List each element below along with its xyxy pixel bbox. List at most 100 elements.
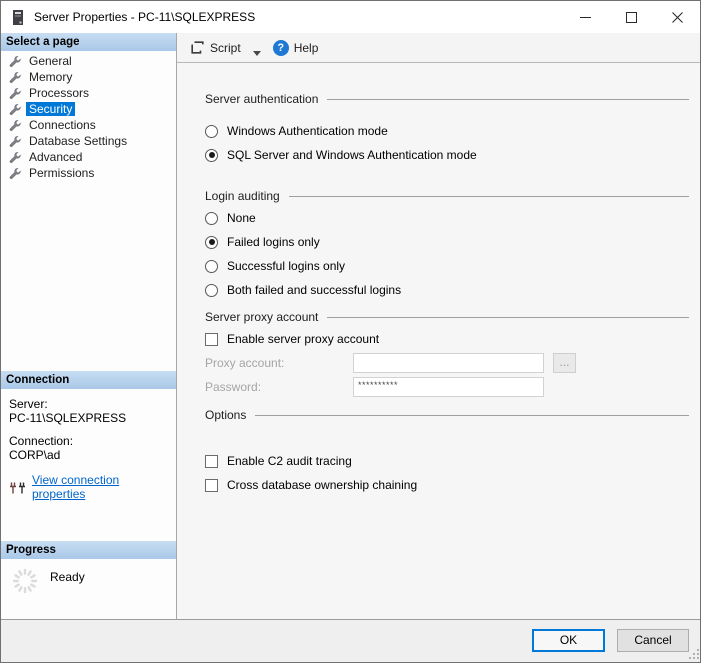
window-controls [562, 1, 700, 33]
help-button[interactable]: ? Help [261, 36, 323, 60]
checkbox-icon [205, 332, 218, 346]
login-auditing-section: Login auditing None Failed logins only S… [205, 186, 689, 302]
maximize-button[interactable] [608, 1, 654, 33]
wrench-icon [9, 119, 22, 132]
view-connection-properties-link[interactable]: View connection properties [32, 473, 168, 501]
sidebar-item-label: Processors [29, 86, 90, 100]
ok-button[interactable]: OK [532, 629, 605, 652]
sidebar-item-security[interactable]: Security [1, 101, 176, 117]
radio-both-failed-and-successful[interactable]: Both failed and successful logins [205, 278, 689, 302]
checkbox-enable-server-proxy-account[interactable]: Enable server proxy account [205, 327, 689, 351]
server-icon [12, 9, 24, 25]
section-divider [327, 99, 689, 109]
sidebar-item-general[interactable]: General [1, 53, 176, 69]
close-button[interactable] [654, 1, 700, 33]
help-label: Help [293, 40, 319, 55]
sidebar-item-label: Permissions [29, 166, 95, 180]
server-value: PC-11\SQLEXPRESS [9, 411, 127, 425]
section-title: Options [205, 408, 247, 422]
script-label: Script [210, 40, 241, 55]
radio-icon [205, 124, 218, 138]
radio-icon-selected [205, 148, 218, 162]
radio-label: None [227, 211, 256, 225]
sidebar-item-memory[interactable]: Memory [1, 69, 176, 85]
sidebar-item-permissions[interactable]: Permissions [1, 165, 176, 181]
select-a-page-panel: Select a page General Memory Processors [1, 33, 176, 181]
radio-label: Both failed and successful logins [227, 283, 402, 297]
script-button[interactable]: Script [186, 36, 245, 60]
dialog-body: Select a page General Memory Processors [1, 33, 700, 621]
wrench-icon [9, 167, 22, 180]
wrench-icon [9, 87, 22, 100]
radio-successful-logins-only[interactable]: Successful logins only [205, 254, 689, 278]
server-label: Server: [9, 397, 48, 411]
server-authentication-section: Server authentication Windows Authentica… [205, 89, 689, 167]
sidebar-item-label: Connections [29, 118, 96, 132]
section-title: Login auditing [205, 189, 280, 203]
radio-label: Failed logins only [227, 235, 320, 249]
window-title: Server Properties - PC-11\SQLEXPRESS [34, 10, 256, 24]
main-pane: Script ? Help Server authentication Wind… [177, 33, 700, 621]
title-bar: Server Properties - PC-11\SQLEXPRESS [1, 1, 700, 33]
connection-properties-icon [9, 480, 27, 495]
radio-sql-and-windows-authentication[interactable]: SQL Server and Windows Authentication mo… [205, 143, 689, 167]
wrench-icon [9, 71, 22, 84]
radio-icon [205, 283, 218, 297]
proxy-account-input [353, 353, 544, 373]
security-page-content: Server authentication Windows Authentica… [177, 62, 700, 621]
sidebar: Select a page General Memory Processors [1, 33, 177, 621]
page-list: General Memory Processors Security Conne… [1, 51, 176, 181]
password-label: Password: [205, 380, 262, 394]
wrench-icon [9, 135, 22, 148]
section-divider [327, 317, 689, 327]
wrench-icon [9, 103, 22, 116]
sidebar-item-label: Security [26, 102, 76, 116]
sidebar-item-label: Memory [29, 70, 73, 84]
resize-grip[interactable] [689, 649, 700, 660]
script-dropdown-arrow[interactable] [252, 45, 261, 56]
radio-label: SQL Server and Windows Authentication mo… [227, 148, 477, 162]
toolbar: Script ? Help [177, 33, 700, 62]
radio-icon [205, 211, 218, 225]
connection-value: CORP\ad [9, 448, 61, 462]
sidebar-item-connections[interactable]: Connections [1, 117, 176, 133]
checkbox-label: Enable C2 audit tracing [227, 454, 352, 468]
section-divider [288, 196, 689, 206]
connection-details: Server: PC-11\SQLEXPRESS Connection: COR… [1, 389, 176, 501]
sidebar-item-database-settings[interactable]: Database Settings [1, 133, 176, 149]
connection-header: Connection [1, 371, 176, 389]
progress-panel: Progress Ready [1, 541, 176, 595]
sidebar-item-label: General [29, 54, 72, 68]
select-a-page-header: Select a page [1, 33, 176, 51]
progress-status: Ready [50, 570, 85, 584]
wrench-icon [9, 55, 22, 68]
checkbox-icon [205, 454, 218, 468]
connection-panel: Connection Server: PC-11\SQLEXPRESS Conn… [1, 371, 176, 501]
dialog-footer: OK Cancel [1, 619, 700, 662]
options-section: Options Enable C2 audit tracing Cross da… [205, 405, 689, 497]
radio-none[interactable]: None [205, 206, 689, 230]
radio-icon [205, 259, 218, 273]
radio-label: Windows Authentication mode [227, 124, 388, 138]
radio-failed-logins-only[interactable]: Failed logins only [205, 230, 689, 254]
radio-label: Successful logins only [227, 259, 346, 273]
browse-button: ... [553, 353, 576, 373]
radio-windows-authentication[interactable]: Windows Authentication mode [205, 119, 689, 143]
sidebar-item-processors[interactable]: Processors [1, 85, 176, 101]
spinner-icon [11, 567, 39, 595]
minimize-button[interactable] [562, 1, 608, 33]
section-title: Server authentication [205, 92, 319, 106]
cancel-button[interactable]: Cancel [617, 629, 689, 652]
sidebar-item-label: Advanced [29, 150, 83, 164]
section-title: Server proxy account [205, 310, 319, 324]
checkbox-label: Cross database ownership chaining [227, 478, 418, 492]
checkbox-cross-database-ownership-chaining[interactable]: Cross database ownership chaining [205, 473, 689, 497]
sidebar-item-label: Database Settings [29, 134, 128, 148]
wrench-icon [9, 151, 22, 164]
checkbox-label: Enable server proxy account [227, 332, 380, 346]
progress-header: Progress [1, 541, 176, 559]
checkbox-icon [205, 478, 218, 492]
radio-icon-selected [205, 235, 218, 249]
checkbox-enable-c2-audit-tracing[interactable]: Enable C2 audit tracing [205, 449, 689, 473]
sidebar-item-advanced[interactable]: Advanced [1, 149, 176, 165]
